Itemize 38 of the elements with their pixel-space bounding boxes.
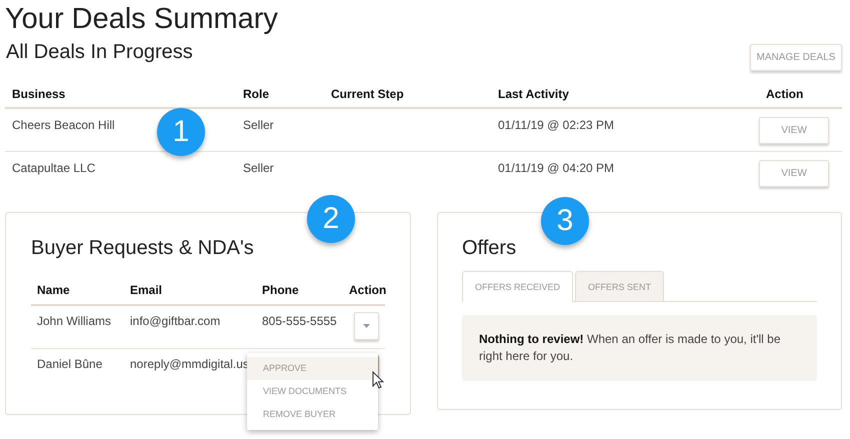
page-title: Your Deals Summary <box>5 2 279 36</box>
column-header: Name <box>36 282 70 296</box>
table-cell-text: 01/11/19 @ 02:23 PM <box>497 117 614 132</box>
column-header: Business <box>11 86 66 100</box>
column-header: Phone <box>261 282 299 296</box>
table-cell-text: 805-555-5555 <box>261 313 337 328</box>
column-header: Action <box>348 282 386 296</box>
table-cell-text: Seller <box>242 117 274 132</box>
column-header: Action <box>765 86 804 100</box>
table-cell-text: info@giftbar.com <box>129 313 220 328</box>
callout-badge: 2 <box>307 195 355 243</box>
view-button[interactable]: VIEW <box>759 117 829 144</box>
table-cell-text: Catapultae LLC <box>11 160 96 175</box>
table-cell-text: Cheers Beacon Hill <box>11 117 115 132</box>
column-header: Email <box>129 282 162 296</box>
menu-item[interactable]: REMOVE BUYER <box>247 403 378 426</box>
manage-deals-button[interactable]: MANAGE DEALS <box>750 44 842 71</box>
column-header: Role <box>242 86 270 100</box>
caret-icon <box>363 324 370 328</box>
menu-item[interactable]: APPROVE <box>247 357 378 380</box>
table-cell-text: Daniel Bûne <box>36 356 102 371</box>
empty-state-message: Nothing to review! When an offer is made to you, it'll be right here for you. <box>462 315 817 381</box>
view-button[interactable]: VIEW <box>759 160 829 187</box>
section-title: All Deals In Progress <box>6 40 193 64</box>
dropdown-button[interactable] <box>354 312 379 340</box>
panel-title: Buyer Requests & NDA's <box>31 236 255 261</box>
tab[interactable]: OFFERS SENT <box>575 271 664 301</box>
callout-badge: 1 <box>157 108 205 156</box>
table-cell-text: 01/11/19 @ 04:20 PM <box>497 160 614 175</box>
callout-badge: 3 <box>541 197 589 245</box>
column-header: Current Step <box>330 86 404 100</box>
table-cell-text: Seller <box>242 160 274 175</box>
column-header: Last Activity <box>497 86 569 100</box>
table-cell-text: noreply@mmdigital.us <box>129 356 249 371</box>
table-cell-text: John Williams <box>36 313 112 328</box>
panel-title: Offers <box>462 236 518 261</box>
tab[interactable]: OFFERS RECEIVED <box>462 271 574 302</box>
menu-item[interactable]: VIEW DOCUMENTS <box>247 380 378 403</box>
